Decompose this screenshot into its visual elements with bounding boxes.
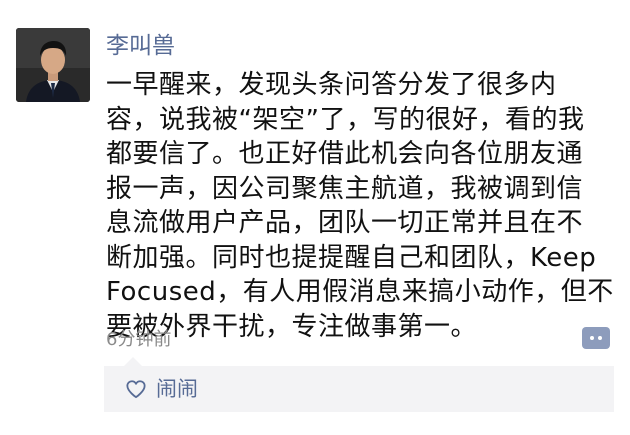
heart-outline-icon bbox=[126, 380, 146, 399]
author-name[interactable]: 李叫兽 bbox=[106, 28, 175, 64]
comment-button[interactable] bbox=[582, 327, 610, 349]
moments-post: 李叫兽 一早醒来，发现头条问答分发了很多内 容，说我被“架空”了，写的很好，看的… bbox=[0, 0, 630, 435]
post-content: 一早醒来，发现头条问答分发了很多内 容，说我被“架空”了，写的很好，看的我 都要… bbox=[106, 70, 614, 342]
likes-box: 闹闹 bbox=[104, 357, 614, 412]
comment-dots-icon bbox=[590, 336, 594, 340]
avatar[interactable] bbox=[16, 28, 90, 102]
post-timestamp: 6分钟前 bbox=[106, 329, 172, 350]
comment-dots-icon bbox=[598, 336, 602, 340]
like-user-name[interactable]: 闹闹 bbox=[156, 374, 198, 404]
avatar-image bbox=[16, 28, 90, 102]
